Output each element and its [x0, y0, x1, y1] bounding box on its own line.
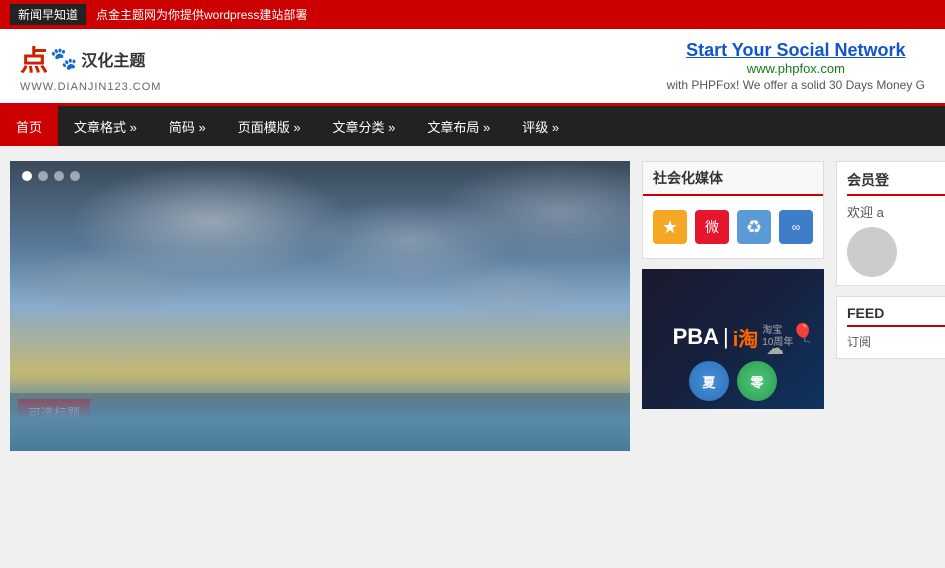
social-media-title: 社会化媒体	[643, 162, 823, 196]
slider-image: 可选标题 可选说明文本	[10, 161, 630, 451]
ad-zero-text: 零	[750, 372, 763, 391]
logo-main: 点 🐾 汉化主题	[20, 39, 145, 79]
social-icon-star[interactable]: ★	[653, 210, 687, 244]
ad-pba-text: PBA	[673, 324, 719, 350]
slider-subtitle: 可选说明文本	[18, 428, 630, 445]
phpfox-url: www.phpfox.com	[667, 61, 925, 76]
logo-url: WWW.DIANJIN123.COM	[20, 81, 161, 93]
logo-hanhua: 汉化主题	[81, 47, 145, 71]
ad-circle-summer[interactable]: 夏	[689, 361, 729, 401]
social-icons: ★ 微 ♻ ∞	[653, 204, 813, 250]
top-bar-news-text: 点金主题网为你提供wordpress建站部署	[96, 6, 307, 23]
nav-item-page-template[interactable]: 页面模版 »	[222, 106, 317, 146]
slider-title-button[interactable]: 可选标题	[18, 399, 90, 426]
feed-section: FEED 订阅	[836, 296, 945, 359]
header-tagline: with PHPFox! We offer a solid 30 Days Mo…	[667, 78, 925, 92]
ad-summer-text: 夏	[702, 372, 715, 391]
slider-dot-4[interactable]	[70, 171, 80, 181]
social-media-body: ★ 微 ♻ ∞	[643, 196, 823, 258]
feed-subscribe: 订阅	[847, 333, 945, 350]
top-bar-news-tag: 新闻早知道	[10, 4, 86, 25]
member-welcome: 欢迎 a	[847, 202, 945, 221]
ad-bottom-circles: 夏 零	[642, 361, 824, 401]
nav-bar: 首页 文章格式 » 简码 » 页面模版 » 文章分类 » 文章布局 » 评级 »	[0, 106, 945, 146]
slider-caption: 可选标题 可选说明文本	[10, 393, 630, 451]
logo-dian: 点	[20, 39, 48, 79]
ad-circle-zero[interactable]: 零	[737, 361, 777, 401]
right-sidebar: 会员登 欢迎 a FEED 订阅	[836, 161, 945, 451]
social-media-section: 社会化媒体 ★ 微 ♻ ∞	[642, 161, 824, 259]
ad-banner[interactable]: PBA | i淘 淘宝10周年 🎈 ☁ 夏 零	[642, 269, 824, 409]
nav-item-article-format[interactable]: 文章格式 »	[58, 106, 153, 146]
slider-dot-3[interactable]	[54, 171, 64, 181]
nav-item-home[interactable]: 首页	[0, 106, 58, 146]
slider-dot-2[interactable]	[38, 171, 48, 181]
content-area: 可选标题 可选说明文本 社会化媒体 ★ 微 ♻ ∞ PBA	[0, 146, 945, 466]
social-network-link[interactable]: Start Your Social Network	[686, 40, 905, 60]
member-avatar	[847, 227, 897, 277]
cityscape	[10, 391, 630, 451]
nav-item-article-category[interactable]: 文章分类 »	[317, 106, 412, 146]
nav-item-shortcode[interactable]: 简码 »	[153, 106, 222, 146]
ad-taobao-icon: i淘	[733, 323, 759, 352]
slider-dots	[22, 171, 80, 181]
header-right: Start Your Social Network www.phpfox.com…	[667, 40, 925, 92]
social-icon-qq[interactable]: ♻	[737, 210, 771, 244]
logo-paw-icon: 🐾	[50, 46, 77, 72]
social-icon-weibo[interactable]: 微	[695, 210, 729, 244]
logo-area: 点 🐾 汉化主题 WWW.DIANJIN123.COM	[20, 39, 161, 93]
middle-sidebar: 社会化媒体 ★ 微 ♻ ∞ PBA | i淘 淘宝10周年	[642, 161, 824, 451]
top-bar: 新闻早知道 点金主题网为你提供wordpress建站部署	[0, 0, 945, 29]
feed-title: FEED	[847, 305, 945, 327]
member-section: 会员登 欢迎 a	[836, 161, 945, 286]
header: 点 🐾 汉化主题 WWW.DIANJIN123.COM Start Your S…	[0, 29, 945, 106]
member-title: 会员登	[847, 170, 945, 196]
social-icon-renren[interactable]: ∞	[779, 210, 813, 244]
nav-item-article-layout[interactable]: 文章布局 »	[411, 106, 506, 146]
ad-balloon-icon: 🎈	[792, 323, 814, 343]
main-slider: 可选标题 可选说明文本	[10, 161, 630, 451]
slider-dot-1[interactable]	[22, 171, 32, 181]
nav-item-rating[interactable]: 评级 »	[506, 106, 575, 146]
